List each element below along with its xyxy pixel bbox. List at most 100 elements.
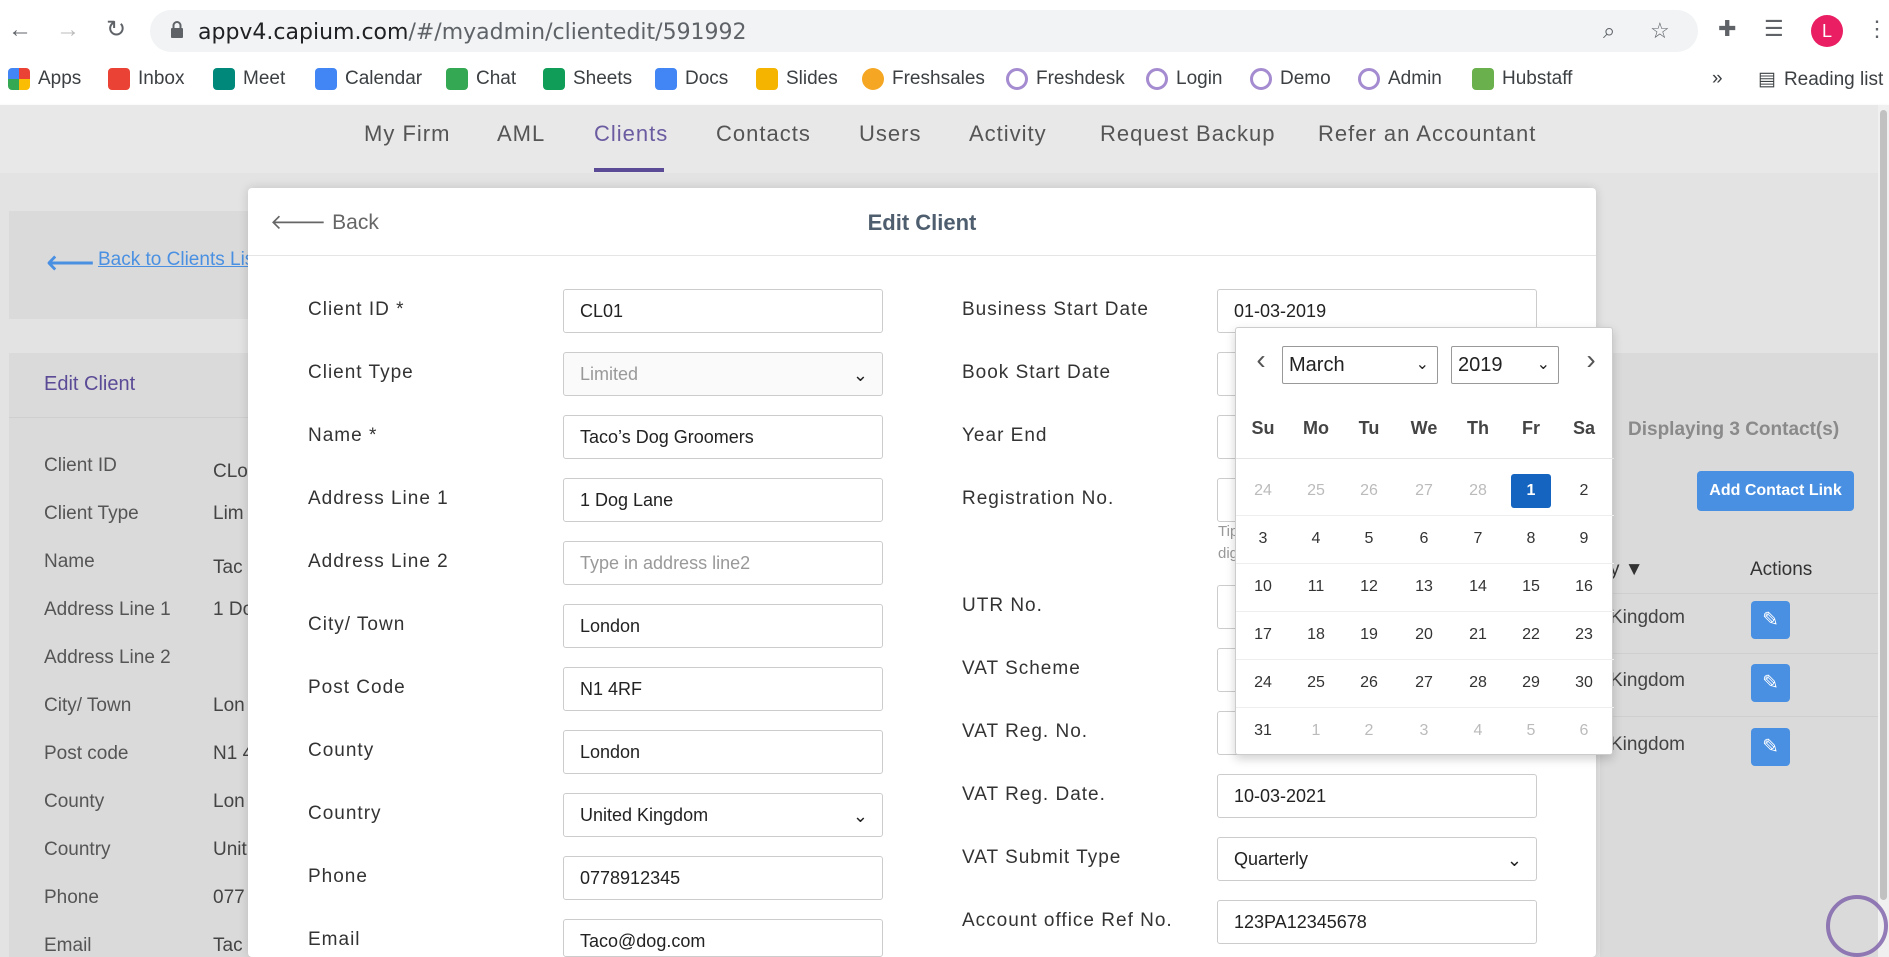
bookmarks-overflow[interactable]: » xyxy=(1712,68,1723,90)
calendar-day[interactable]: 30 xyxy=(1564,666,1604,700)
client-type-select[interactable]: Limited ⌄ xyxy=(563,352,883,396)
vat-reg-date-input[interactable]: 10-03-2021 xyxy=(1217,774,1537,818)
reading-list[interactable]: ▤ Reading list xyxy=(1758,68,1883,91)
page-scrollbar-thumb[interactable] xyxy=(1880,110,1887,900)
nav-users[interactable]: Users xyxy=(859,121,921,147)
calendar-day[interactable]: 17 xyxy=(1243,618,1283,652)
edit-pencil-icon[interactable]: ✎ xyxy=(1751,728,1790,766)
profile-avatar[interactable]: L xyxy=(1811,15,1843,47)
calendar-day[interactable]: 2 xyxy=(1564,474,1604,508)
address-line1-input[interactable]: 1 Dog Lane xyxy=(563,478,883,522)
country-select[interactable]: United Kingdom ⌄ xyxy=(563,793,883,837)
edit-pencil-icon[interactable]: ✎ xyxy=(1751,601,1790,639)
next-month-icon[interactable]: › xyxy=(1576,344,1606,376)
calendar-day[interactable]: 4 xyxy=(1296,522,1336,556)
calendar-day-outside-month[interactable]: 27 xyxy=(1404,474,1444,508)
calendar-day-outside-month[interactable]: 6 xyxy=(1564,714,1604,748)
calendar-day[interactable]: 29 xyxy=(1511,666,1551,700)
calendar-day-outside-month[interactable]: 2 xyxy=(1349,714,1389,748)
calendar-day[interactable]: 10 xyxy=(1243,570,1283,604)
nav-refer-accountant[interactable]: Refer an Accountant xyxy=(1318,121,1536,147)
address-bar[interactable]: appv4.capium.com/#/myadmin/clientedit/59… xyxy=(150,10,1698,52)
left-arrow-icon[interactable]: ⟵ xyxy=(46,243,95,283)
calendar-day[interactable]: 18 xyxy=(1296,618,1336,652)
calendar-day-outside-month[interactable]: 26 xyxy=(1349,474,1389,508)
calendar-day[interactable]: 5 xyxy=(1349,522,1389,556)
year-select[interactable]: 2019 ⌄ xyxy=(1451,346,1559,384)
calendar-day[interactable]: 1 xyxy=(1511,474,1551,508)
calendar-day[interactable]: 13 xyxy=(1404,570,1444,604)
menu-dots-icon[interactable]: ⋮ xyxy=(1866,16,1888,42)
forward-arrow-icon[interactable]: → xyxy=(52,14,84,46)
email-input[interactable]: Taco@dog.com xyxy=(563,919,883,957)
bookmark-chat[interactable]: Chat xyxy=(446,68,516,90)
calendar-day-outside-month[interactable]: 4 xyxy=(1458,714,1498,748)
calendar-day[interactable]: 3 xyxy=(1243,522,1283,556)
bookmark-sheets[interactable]: Sheets xyxy=(543,68,632,90)
bookmark-slides[interactable]: Slides xyxy=(756,68,838,90)
calendar-day[interactable]: 22 xyxy=(1511,618,1551,652)
bookmark-apps[interactable]: Apps xyxy=(8,68,81,90)
calendar-day[interactable]: 23 xyxy=(1564,618,1604,652)
nav-clients[interactable]: Clients xyxy=(594,121,668,147)
calendar-day[interactable]: 6 xyxy=(1404,522,1444,556)
vat-submit-type-select[interactable]: Quarterly ⌄ xyxy=(1217,837,1537,881)
calendar-day[interactable]: 28 xyxy=(1458,666,1498,700)
extensions-icon[interactable]: ✚ xyxy=(1718,16,1736,42)
account-office-ref-input[interactable]: 123PA12345678 xyxy=(1217,900,1537,944)
bookmark-calendar[interactable]: Calendar xyxy=(315,68,422,90)
city-input[interactable]: London xyxy=(563,604,883,648)
calendar-day[interactable]: 26 xyxy=(1349,666,1389,700)
calendar-day[interactable]: 14 xyxy=(1458,570,1498,604)
bookmark-freshsales[interactable]: Freshsales xyxy=(862,68,985,90)
post-code-input[interactable]: N1 4RF xyxy=(563,667,883,711)
calendar-day[interactable]: 20 xyxy=(1404,618,1444,652)
bookmark-demo[interactable]: Demo xyxy=(1250,68,1331,90)
calendar-day[interactable]: 15 xyxy=(1511,570,1551,604)
bookmark-meet[interactable]: Meet xyxy=(213,68,285,90)
nav-aml[interactable]: AML xyxy=(497,121,545,147)
back-to-clients-link[interactable]: Back to Clients List xyxy=(98,249,260,271)
calendar-day[interactable]: 24 xyxy=(1243,666,1283,700)
bookmark-hubstaff[interactable]: Hubstaff xyxy=(1472,68,1572,90)
calendar-day[interactable]: 21 xyxy=(1458,618,1498,652)
calendar-day[interactable]: 25 xyxy=(1296,666,1336,700)
month-select[interactable]: March ⌄ xyxy=(1282,346,1438,384)
calendar-day[interactable]: 16 xyxy=(1564,570,1604,604)
calendar-day[interactable]: 31 xyxy=(1243,714,1283,748)
nav-my-firm[interactable]: My Firm xyxy=(364,121,450,147)
nav-activity[interactable]: Activity xyxy=(969,121,1047,147)
calendar-day[interactable]: 12 xyxy=(1349,570,1389,604)
bookmark-docs[interactable]: Docs xyxy=(655,68,728,90)
calendar-day-outside-month[interactable]: 28 xyxy=(1458,474,1498,508)
back-arrow-icon[interactable]: ← xyxy=(4,14,36,46)
calendar-day-outside-month[interactable]: 25 xyxy=(1296,474,1336,508)
bookmark-inbox[interactable]: Inbox xyxy=(108,68,184,90)
country-column-header[interactable]: y ▼ xyxy=(1610,559,1644,581)
client-id-input[interactable]: CL01 xyxy=(563,289,883,333)
nav-contacts[interactable]: Contacts xyxy=(716,121,811,147)
bookmark-freshdesk[interactable]: Freshdesk xyxy=(1006,68,1125,90)
prev-month-icon[interactable]: ‹ xyxy=(1246,344,1276,376)
calendar-day[interactable]: 7 xyxy=(1458,522,1498,556)
calendar-day-outside-month[interactable]: 24 xyxy=(1243,474,1283,508)
edit-pencil-icon[interactable]: ✎ xyxy=(1751,664,1790,702)
calendar-day[interactable]: 8 xyxy=(1511,522,1551,556)
add-contact-link-button[interactable]: Add Contact Link xyxy=(1697,471,1854,511)
reload-icon[interactable]: ↻ xyxy=(100,14,132,46)
bookmark-admin[interactable]: Admin xyxy=(1358,68,1442,90)
nav-request-backup[interactable]: Request Backup xyxy=(1100,121,1275,147)
bookmark-login[interactable]: Login xyxy=(1146,68,1223,90)
county-input[interactable]: London xyxy=(563,730,883,774)
calendar-day[interactable]: 19 xyxy=(1349,618,1389,652)
address-line2-input[interactable]: Type in address line2 xyxy=(563,541,883,585)
calendar-day-outside-month[interactable]: 3 xyxy=(1404,714,1444,748)
calendar-day[interactable]: 11 xyxy=(1296,570,1336,604)
calendar-day[interactable]: 9 xyxy=(1564,522,1604,556)
phone-input[interactable]: 0778912345 xyxy=(563,856,883,900)
bookmark-star-icon[interactable]: ☆ xyxy=(1650,18,1670,44)
media-queue-icon[interactable]: ☰ xyxy=(1764,16,1784,42)
calendar-day-outside-month[interactable]: 5 xyxy=(1511,714,1551,748)
zoom-search-icon[interactable]: ⌕ xyxy=(1603,18,1615,44)
calendar-day[interactable]: 27 xyxy=(1404,666,1444,700)
